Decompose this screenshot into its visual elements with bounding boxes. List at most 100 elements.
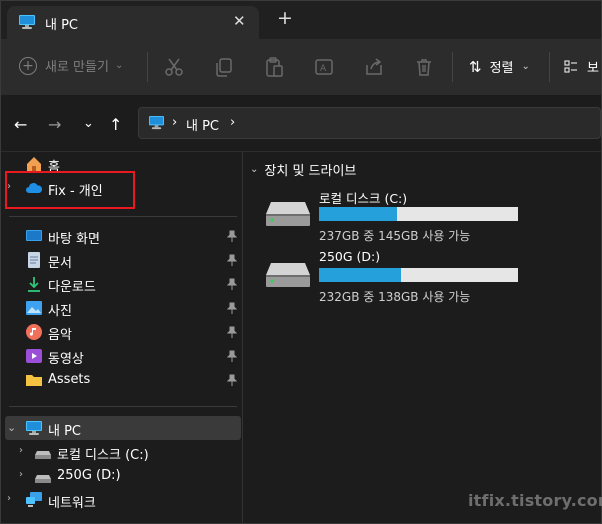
sort-icon: ⇅ — [469, 57, 482, 76]
hard-drive-icon — [266, 263, 310, 287]
new-button[interactable]: + 새로 만들기 ⌄ — [19, 56, 123, 75]
this-pc-icon — [19, 15, 35, 29]
tab-title: 내 PC — [45, 18, 79, 33]
cut-icon[interactable] — [163, 56, 185, 78]
sidebar-item-label: 250G (D:) — [57, 468, 121, 483]
collapse-chevron-icon: ⌄ — [250, 164, 259, 175]
hard-drive-icon — [266, 202, 310, 226]
group-header-label: 장치 및 드라이브 — [264, 164, 357, 179]
pin-icon[interactable] — [227, 230, 237, 242]
drive-free-space: 232GB 중 138GB 사용 가능 — [319, 290, 471, 304]
close-tab-icon[interactable]: ✕ — [233, 12, 246, 30]
view-label: 보 — [587, 61, 599, 76]
drive-tile-d[interactable]: 250G (D:) 232GB 중 138GB 사용 가능 — [265, 247, 585, 307]
svg-text:A: A — [320, 64, 327, 74]
sidebar-item-music[interactable]: 음악 — [1, 320, 241, 344]
pin-icon[interactable] — [227, 350, 237, 362]
pin-icon[interactable] — [227, 302, 237, 314]
sort-button[interactable]: ⇅ 정렬 ⌄ — [469, 57, 530, 77]
this-pc-icon — [26, 421, 42, 435]
sidebar-item-network[interactable]: › 네트워크 — [1, 488, 241, 512]
sidebar-item-label: 사진 — [48, 304, 72, 319]
sidebar-item-label: 내 PC — [48, 424, 82, 439]
expand-chevron-icon[interactable]: › — [19, 445, 23, 456]
up-icon[interactable]: ↑ — [109, 115, 122, 134]
address-bar[interactable]: › 내 PC › — [138, 107, 601, 139]
drive-icon — [35, 475, 51, 483]
sidebar-item-label: 다운로드 — [48, 280, 96, 295]
collapse-chevron-icon[interactable]: ⌄ — [7, 421, 16, 434]
download-icon — [28, 277, 40, 292]
paste-icon[interactable] — [263, 56, 285, 78]
sidebar-item-desktop[interactable]: 바탕 화면 — [1, 224, 241, 248]
drive-free-space: 237GB 중 145GB 사용 가능 — [319, 229, 471, 243]
drive-usage-fill — [319, 268, 401, 282]
sidebar-item-label: 로컬 디스크 (C:) — [57, 448, 149, 463]
drive-tile-c[interactable]: 로컬 디스크 (C:) 237GB 중 145GB 사용 가능 — [265, 186, 585, 246]
group-header-devices[interactable]: ⌄ 장치 및 드라이브 — [250, 160, 356, 179]
drive-usage-bar — [319, 268, 518, 282]
sidebar-item-drive-c[interactable]: › 로컬 디스크 (C:) — [1, 440, 241, 464]
sidebar-item-label: 동영상 — [48, 352, 84, 367]
drive-name: 250G (D:) — [319, 249, 381, 264]
sidebar-item-label: 바탕 화면 — [48, 232, 100, 247]
forward-icon[interactable]: → — [48, 115, 61, 134]
breadcrumb-separator[interactable]: › — [172, 115, 177, 130]
sidebar-item-label: 문서 — [48, 256, 72, 271]
sidebar-item-label: 음악 — [48, 328, 72, 343]
sidebar-item-pictures[interactable]: 사진 — [1, 296, 241, 320]
expand-chevron-icon[interactable]: › — [19, 469, 23, 480]
drive-icon — [35, 451, 51, 459]
chevron-down-icon: ⌄ — [114, 60, 124, 71]
sidebar-item-label: Assets — [48, 372, 91, 387]
rename-icon[interactable]: A — [313, 56, 335, 78]
new-button-label: 새로 만들기 — [45, 60, 109, 75]
pin-icon[interactable] — [227, 326, 237, 338]
pictures-icon — [26, 301, 42, 315]
divider — [549, 52, 550, 82]
recent-chevron-icon[interactable]: ⌄ — [83, 116, 94, 131]
sidebar-item-label: 네트워크 — [48, 496, 96, 511]
command-bar: + 새로 만들기 ⌄ A ⇅ 정렬 ⌄ 보 — [1, 39, 601, 95]
tab-strip: 내 PC ✕ + — [1, 1, 601, 39]
sidebar-item-downloads[interactable]: 다운로드 — [1, 272, 241, 296]
sidebar-item-documents[interactable]: 문서 — [1, 248, 241, 272]
breadcrumb-this-pc[interactable]: 내 PC — [186, 115, 219, 134]
plus-icon: + — [19, 56, 37, 75]
view-icon — [564, 59, 577, 73]
drive-usage-fill — [319, 207, 397, 221]
address-row: ← → ⌄ ↑ › 내 PC › — [1, 95, 601, 152]
pin-icon[interactable] — [227, 278, 237, 290]
this-pc-icon — [149, 115, 164, 130]
share-icon[interactable] — [363, 56, 385, 78]
highlight-box — [5, 171, 135, 209]
delete-icon[interactable] — [413, 56, 435, 78]
divider — [9, 216, 237, 217]
folder-icon — [26, 375, 42, 386]
divider — [147, 52, 148, 82]
drive-usage-bar — [319, 207, 518, 221]
network-icon — [26, 492, 42, 507]
music-icon — [26, 324, 42, 340]
back-icon[interactable]: ← — [14, 115, 27, 134]
view-button[interactable]: 보 — [564, 57, 599, 76]
copy-icon[interactable] — [213, 56, 235, 78]
sort-label: 정렬 — [489, 61, 514, 76]
divider — [452, 52, 453, 82]
chevron-down-icon: ⌄ — [521, 61, 530, 72]
divider — [9, 406, 237, 407]
new-tab-icon[interactable]: + — [277, 7, 293, 29]
pin-icon[interactable] — [227, 374, 237, 386]
sidebar-item-this-pc[interactable]: ⌄ 내 PC — [5, 416, 241, 440]
tab-this-pc[interactable]: 내 PC ✕ — [7, 6, 259, 39]
pin-icon[interactable] — [227, 254, 237, 266]
sidebar-item-drive-d[interactable]: › 250G (D:) — [1, 464, 241, 488]
breadcrumb-separator[interactable]: › — [230, 115, 235, 130]
drive-name: 로컬 디스크 (C:) — [319, 191, 408, 206]
expand-chevron-icon[interactable]: › — [7, 493, 11, 504]
content-pane: ⌄ 장치 및 드라이브 로컬 디스크 (C:) 237GB 중 145GB 사용… — [243, 152, 601, 523]
watermark: itfix.tistory.com — [468, 491, 602, 510]
sidebar-item-videos[interactable]: 동영상 — [1, 344, 241, 368]
sidebar-item-assets[interactable]: Assets — [1, 368, 241, 392]
video-icon — [26, 349, 42, 363]
